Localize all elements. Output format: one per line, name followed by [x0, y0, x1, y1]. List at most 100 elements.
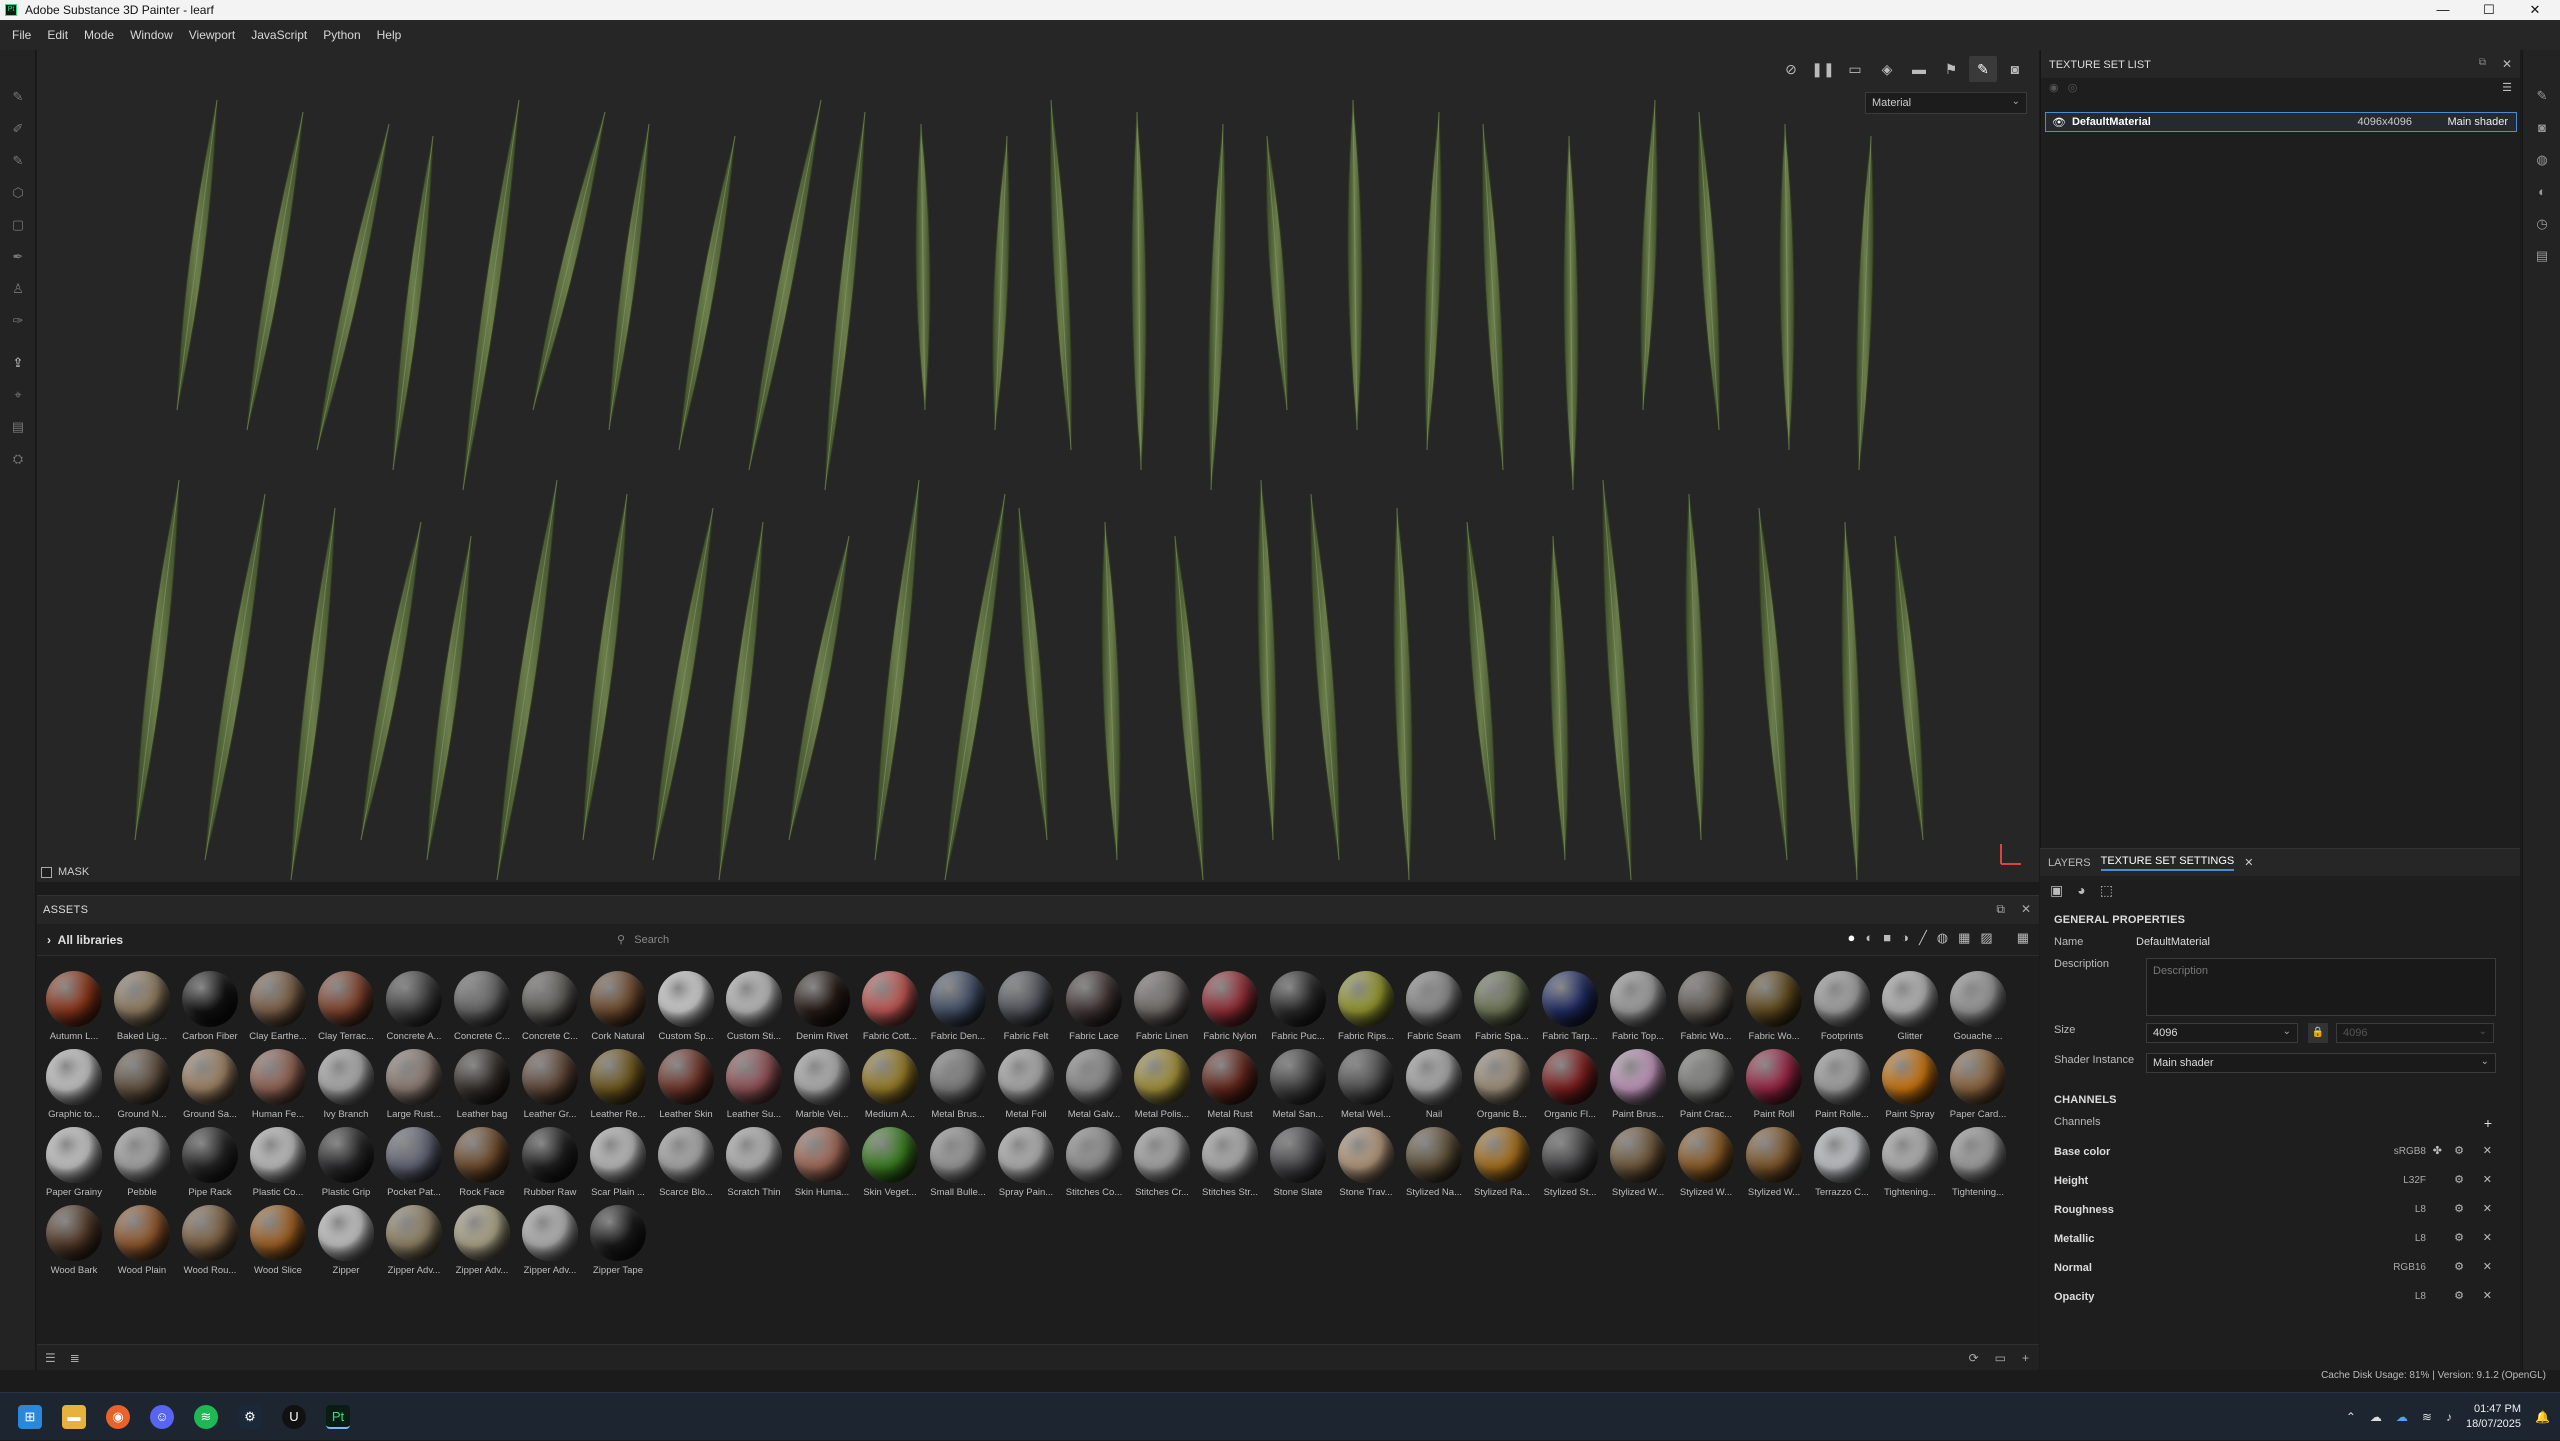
- channel-row[interactable]: Normal RGB16 ⚙ ✕: [2040, 1254, 2520, 1283]
- material-item[interactable]: Rubber Raw: [516, 1125, 584, 1203]
- channel-settings-icon[interactable]: ⚙: [2454, 1173, 2464, 1186]
- refresh-icon[interactable]: ⟳: [1969, 1351, 1979, 1365]
- remove-channel-icon[interactable]: ✕: [2483, 1231, 2492, 1244]
- material-item[interactable]: Large Rust...: [380, 1047, 448, 1125]
- material-item[interactable]: Human Fe...: [244, 1047, 312, 1125]
- visibility-icon[interactable]: ◉: [2049, 82, 2059, 94]
- material-item[interactable]: Leather Skin: [652, 1047, 720, 1125]
- color-profile-icon[interactable]: ✤: [2433, 1144, 2442, 1157]
- tab-texture-set-settings[interactable]: TEXTURE SET SETTINGS: [2100, 855, 2235, 871]
- material-item[interactable]: Custom Sti...: [720, 969, 788, 1047]
- material-item[interactable]: Fabric Cott...: [856, 969, 924, 1047]
- channel-format[interactable]: L8: [2415, 1291, 2426, 1302]
- import-icon[interactable]: ▭: [1995, 1351, 2006, 1365]
- paint-brush-icon[interactable]: ✎: [9, 88, 27, 106]
- mask-checkbox[interactable]: [41, 866, 52, 878]
- material-item[interactable]: Plastic Grip: [312, 1125, 380, 1203]
- remove-channel-icon[interactable]: ✕: [2483, 1144, 2492, 1157]
- channel-format[interactable]: L32F: [2403, 1175, 2426, 1186]
- hide-icon[interactable]: ⊘: [1777, 56, 1805, 82]
- material-item[interactable]: Leather bag: [448, 1047, 516, 1125]
- material-item[interactable]: Fabric Wo...: [1672, 969, 1740, 1047]
- channel-row[interactable]: Opacity L8 ⚙ ✕: [2040, 1283, 2520, 1312]
- material-item[interactable]: Pocket Pat...: [380, 1125, 448, 1203]
- display-icon[interactable]: ◐: [2533, 184, 2551, 202]
- menu-javascript[interactable]: JavaScript: [243, 28, 315, 42]
- float-panel-icon[interactable]: ⧉: [2479, 57, 2486, 68]
- channel-format[interactable]: L8: [2415, 1233, 2426, 1244]
- material-item[interactable]: Leather Su...: [720, 1047, 788, 1125]
- material-icon[interactable]: ◕: [2077, 882, 2085, 898]
- size-dropdown[interactable]: 4096 ⌄: [2146, 1023, 2298, 1043]
- material-item[interactable]: Organic Fl...: [1536, 1047, 1604, 1125]
- material-item[interactable]: Stylized W...: [1604, 1125, 1672, 1203]
- chevron-up-icon[interactable]: ⌃: [2346, 1410, 2356, 1424]
- menu-icon[interactable]: ☰: [2502, 81, 2512, 94]
- material-item[interactable]: Wood Rou...: [176, 1203, 244, 1281]
- start-icon[interactable]: ⊞: [18, 1405, 42, 1429]
- filter-textures-icon[interactable]: ◍: [1937, 930, 1948, 946]
- eraser-icon[interactable]: ✐: [9, 120, 27, 138]
- material-item[interactable]: Pipe Rack: [176, 1125, 244, 1203]
- filter-generators-icon[interactable]: ◑: [1901, 930, 1909, 946]
- onedrive-icon[interactable]: ☁: [2396, 1410, 2408, 1424]
- close-tab-icon[interactable]: ✕: [2244, 856, 2253, 869]
- material-item[interactable]: Metal Polis...: [1128, 1047, 1196, 1125]
- geometry-decal-icon[interactable]: ⬡: [9, 184, 27, 202]
- material-item[interactable]: Paint Rolle...: [1808, 1047, 1876, 1125]
- float-panel-icon[interactable]: ⧉: [1996, 902, 2005, 917]
- material-item[interactable]: Paint Roll: [1740, 1047, 1808, 1125]
- substance-painter-icon[interactable]: Pt: [326, 1405, 350, 1429]
- material-item[interactable]: Ground N...: [108, 1047, 176, 1125]
- material-item[interactable]: Zipper Adv...: [448, 1203, 516, 1281]
- display-settings-icon[interactable]: ◈: [1873, 56, 1901, 82]
- material-item[interactable]: Metal Galv...: [1060, 1047, 1128, 1125]
- material-item[interactable]: Fabric Top...: [1604, 969, 1672, 1047]
- render-icon[interactable]: ⚑: [1937, 56, 1965, 82]
- material-item[interactable]: Denim Rivet: [788, 969, 856, 1047]
- material-item[interactable]: Stylized W...: [1740, 1125, 1808, 1203]
- discord-icon[interactable]: ☺: [150, 1405, 174, 1429]
- remove-channel-icon[interactable]: ✕: [2483, 1260, 2492, 1273]
- channel-row[interactable]: Height L32F ⚙ ✕: [2040, 1167, 2520, 1196]
- material-item[interactable]: Stylized W...: [1672, 1125, 1740, 1203]
- material-item[interactable]: Metal Rust: [1196, 1047, 1264, 1125]
- lock-icon[interactable]: 🔒: [2308, 1023, 2328, 1043]
- view-mode-icon[interactable]: ▭: [1841, 56, 1869, 82]
- material-item[interactable]: Leather Gr...: [516, 1047, 584, 1125]
- material-item[interactable]: Fabric Rips...: [1332, 969, 1400, 1047]
- material-item[interactable]: Metal San...: [1264, 1047, 1332, 1125]
- material-item[interactable]: Rock Face: [448, 1125, 516, 1203]
- material-item[interactable]: Zipper Adv...: [380, 1203, 448, 1281]
- material-item[interactable]: Stylized St...: [1536, 1125, 1604, 1203]
- environment-icon[interactable]: ◍: [2533, 152, 2551, 170]
- notification-icon[interactable]: 🔔: [2535, 1410, 2550, 1424]
- material-item[interactable]: Marble Vei...: [788, 1047, 856, 1125]
- eye-icon[interactable]: 👁: [2052, 116, 2066, 129]
- material-item[interactable]: Cork Natural: [584, 969, 652, 1047]
- projection-icon[interactable]: ✎: [9, 152, 27, 170]
- material-item[interactable]: Medium A...: [856, 1047, 924, 1125]
- search-input[interactable]: ⚲ Search: [613, 930, 1713, 950]
- channel-settings-icon[interactable]: ⚙: [2454, 1144, 2464, 1157]
- material-item[interactable]: Paper Card...: [1944, 1047, 2012, 1125]
- material-item[interactable]: Stylized Na...: [1400, 1125, 1468, 1203]
- channel-row[interactable]: Roughness L8 ⚙ ✕: [2040, 1196, 2520, 1225]
- polygon-fill-icon[interactable]: ▢: [9, 216, 27, 234]
- uv-icon[interactable]: ⬚: [2100, 882, 2113, 898]
- material-item[interactable]: Clay Terrac...: [312, 969, 380, 1047]
- shader-instance-dropdown[interactable]: Main shader ⌄: [2146, 1053, 2496, 1073]
- filter-alphas-icon[interactable]: ▦: [1958, 930, 1970, 946]
- material-item[interactable]: Fabric Felt: [992, 969, 1060, 1047]
- remove-channel-icon[interactable]: ✕: [2483, 1202, 2492, 1215]
- material-item[interactable]: Fabric Wo...: [1740, 969, 1808, 1047]
- document-icon[interactable]: ▤: [9, 418, 27, 436]
- material-item[interactable]: Stitches Str...: [1196, 1125, 1264, 1203]
- steam-icon[interactable]: ⚙: [238, 1405, 262, 1429]
- solo-icon[interactable]: ◎: [2068, 82, 2078, 94]
- close-window-button[interactable]: ✕: [2512, 0, 2558, 20]
- texture-set-row[interactable]: 👁 DefaultMaterial 4096x4096 Main shader: [2045, 112, 2517, 132]
- material-item[interactable]: Metal Brus...: [924, 1047, 992, 1125]
- material-item[interactable]: Zipper Adv...: [516, 1203, 584, 1281]
- remove-channel-icon[interactable]: ✕: [2483, 1289, 2492, 1302]
